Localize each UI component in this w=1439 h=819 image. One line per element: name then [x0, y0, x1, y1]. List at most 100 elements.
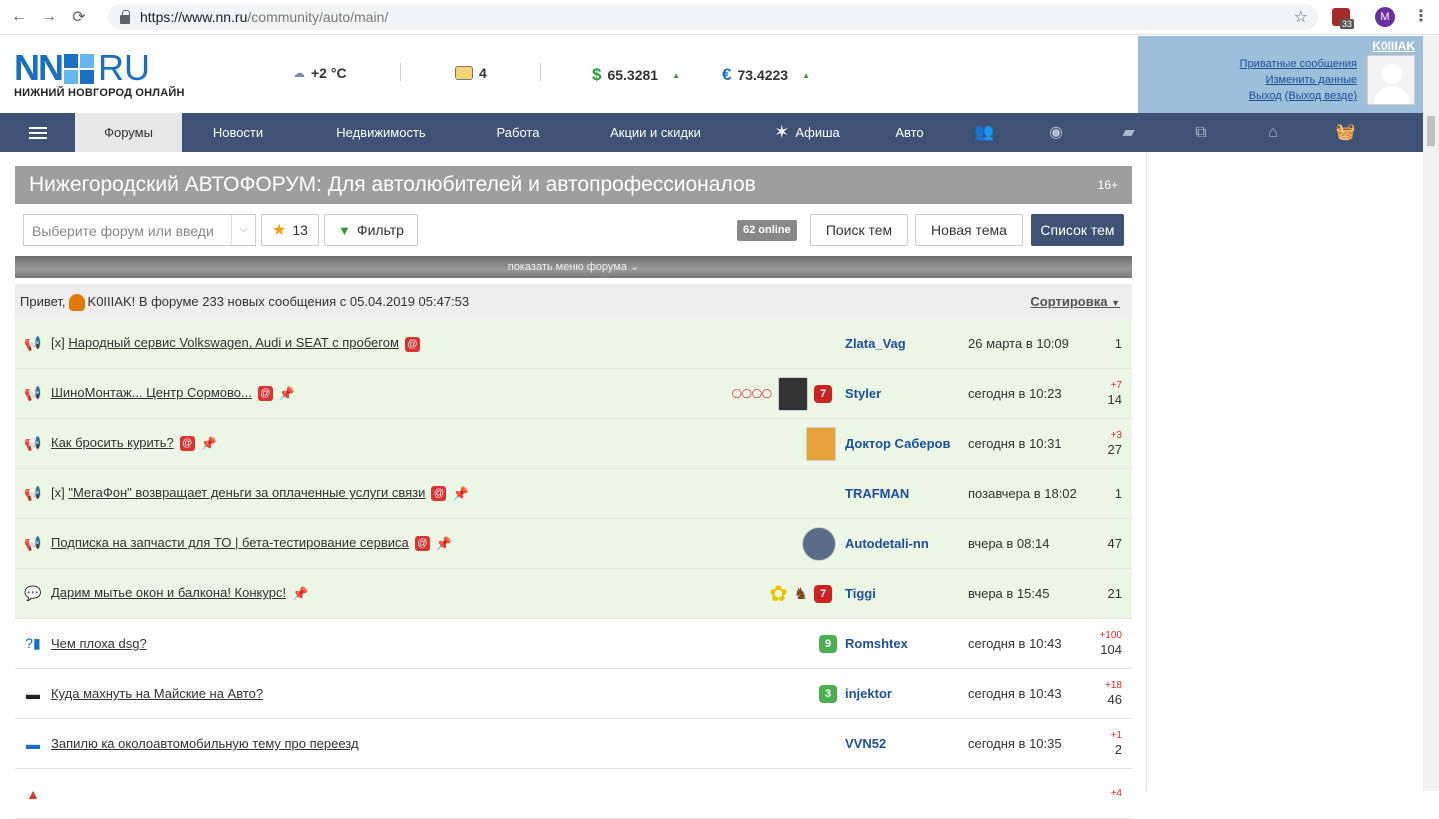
topic-link[interactable]: Как бросить курить?	[51, 435, 174, 450]
profile-avatar[interactable]: M	[1375, 7, 1395, 27]
reply-count: +4	[1110, 787, 1122, 799]
browser-toolbar: ← → ⟳ https://www.nn.ru/community/auto/m…	[0, 0, 1439, 35]
level-badge-icon: 7	[814, 384, 832, 403]
topic-author[interactable]: Autodetali-nn	[845, 536, 929, 551]
address-bar[interactable]: https://www.nn.ru/community/auto/main/ ☆	[108, 4, 1318, 30]
topic-list-button[interactable]: Список тем	[1031, 214, 1124, 246]
search-topics-button[interactable]: Поиск тем	[810, 214, 908, 246]
at-icon: @	[404, 336, 420, 352]
site-logo[interactable]: NN RU НИЖНИЙ НОВГОРОД ОНЛАЙН	[14, 50, 185, 100]
people-icon[interactable]: 👥	[948, 113, 1020, 152]
topic-link[interactable]: ШиноМонтаж... Центр Сормово...	[51, 385, 252, 400]
question-chart-icon: ?▮	[25, 635, 41, 651]
chevron-down-icon[interactable]: ⌵	[231, 215, 255, 245]
weather-widget[interactable]: ☁ +2 °C	[293, 65, 347, 81]
online-badge: 62 online	[737, 220, 797, 241]
table-row: 📢 Как бросить курить? @ 📌 Доктор Саберов с…	[15, 419, 1132, 469]
topic-link[interactable]: Чем плоха dsg?	[51, 636, 147, 651]
nav-news[interactable]: Новости	[182, 113, 294, 152]
hamburger-menu-icon[interactable]	[0, 113, 75, 152]
new-topic-button[interactable]: Новая тема	[915, 214, 1023, 246]
edit-profile-link[interactable]: Изменить данные	[1240, 72, 1357, 88]
reply-count: 47	[1107, 536, 1122, 551]
at-icon: @	[431, 486, 447, 502]
at-icon: @	[257, 386, 273, 402]
back-icon[interactable]: ←	[4, 8, 34, 26]
chat-icon[interactable]: ▰	[1092, 113, 1165, 152]
divider	[400, 63, 401, 81]
pin-icon: 📌	[278, 385, 296, 401]
table-row: 💬 Дарим мытье окон и балкона! Конкурс! 📌 …	[15, 569, 1132, 619]
page-scrollbar[interactable]	[1423, 36, 1439, 791]
show-forum-menu[interactable]: показать меню форума ⌄	[15, 256, 1132, 278]
topic-link[interactable]: "МегаФон" возвращает деньги за оплаченны…	[68, 485, 425, 500]
traffic-icon	[455, 66, 473, 80]
nav-realty[interactable]: Недвижимость	[294, 113, 468, 152]
bookmark-star-icon[interactable]: ☆	[1294, 7, 1308, 27]
table-row: 📢 [x] Народный сервис Volkswagen, Audi и…	[15, 319, 1132, 369]
topic-author[interactable]: Доктор Саберов	[845, 436, 950, 451]
divider	[1146, 152, 1147, 791]
topic-link[interactable]: Подписка на запчасти для ТО | бета-тести…	[51, 535, 409, 550]
usd-rate[interactable]: $ 65.3281 ▲	[592, 65, 680, 85]
basket-icon[interactable]: 🧺	[1309, 113, 1382, 152]
megaphone-icon: 📢	[24, 485, 42, 501]
nav-afisha[interactable]: ✶ Афиша	[743, 113, 871, 152]
topic-author[interactable]: Romshtex	[845, 636, 908, 651]
topic-author[interactable]: VVN52	[845, 736, 886, 751]
eye-icon[interactable]: ◉	[1020, 113, 1092, 152]
topic-author[interactable]: injektor	[845, 686, 892, 701]
topic-date: сегодня в 10:43	[968, 686, 1062, 701]
extension-badge: 33	[1340, 19, 1355, 29]
topic-date: сегодня в 10:35	[968, 736, 1062, 751]
reply-count: +100 104	[1099, 630, 1122, 657]
username-link[interactable]: K0IIIAK	[1372, 39, 1415, 53]
filter-button[interactable]: ▼ Фильтр	[324, 214, 418, 246]
topic-link[interactable]: Куда махнуть на Майские на Авто?	[51, 686, 263, 701]
table-row: ▲ +4	[15, 769, 1132, 819]
logout-everywhere-link[interactable]: (Выход везде)	[1285, 90, 1357, 102]
reload-icon[interactable]: ⟳	[64, 7, 94, 27]
reply-count: +1 2	[1110, 730, 1122, 757]
arrow-up-icon: ▲	[672, 70, 680, 80]
warning-icon: ▲	[26, 785, 40, 802]
forum-toolbar: Выберите форум или введи ⌵ ★ 13 ▼ Фильтр…	[15, 214, 1132, 247]
windows-icon[interactable]: ⧉	[1165, 113, 1237, 152]
dollar-icon: $	[592, 65, 602, 84]
road-icon: ▬	[26, 685, 40, 702]
topic-author[interactable]: Zlata_Vag	[845, 336, 906, 351]
user-badge-icon	[68, 294, 85, 312]
topic-author[interactable]: Styler	[845, 386, 881, 401]
nav-jobs[interactable]: Работа	[468, 113, 568, 152]
sort-dropdown[interactable]: Сортировка ▼	[1030, 284, 1120, 321]
browser-menu-icon[interactable]: ⋮	[1413, 6, 1429, 26]
pin-icon: 📌	[435, 535, 452, 551]
avatar[interactable]	[1367, 55, 1415, 105]
forum-select[interactable]: Выберите форум или введи ⌵	[23, 214, 256, 246]
house-icon[interactable]: ⌂	[1237, 113, 1309, 152]
favorites-button[interactable]: ★ 13	[261, 214, 319, 246]
reply-count: 21	[1107, 586, 1122, 601]
url-text: https://www.nn.ru/community/auto/main/	[140, 9, 389, 25]
topic-author[interactable]: TRAFMAN	[845, 486, 909, 501]
forward-icon[interactable]: →	[34, 8, 64, 26]
megaphone-icon: 📢	[24, 385, 42, 401]
logout-link[interactable]: Выход	[1249, 90, 1282, 102]
greeting-bar: Привет, K0IIIAK! В форуме 233 новых сообщ…	[15, 284, 1132, 319]
reply-count: 1	[1114, 486, 1122, 501]
forum-title: Нижегородский АВТОФОРУМ: Для автолюбител…	[29, 173, 756, 196]
topic-link[interactable]: Народный сервис Volkswagen, Audi и SEAT …	[68, 335, 399, 350]
nav-auto[interactable]: Авто	[871, 113, 948, 152]
topic-author[interactable]: Tiggi	[845, 586, 876, 601]
topic-link[interactable]: Запилю ка околоавтомобильную тему про пе…	[51, 736, 359, 751]
nav-forums[interactable]: Форумы	[75, 113, 182, 152]
reply-count: +3 27	[1107, 430, 1122, 457]
traffic-widget[interactable]: 4	[455, 65, 487, 81]
level-badge-icon: 9	[819, 634, 837, 653]
table-row: 📢 Подписка на запчасти для ТО | бета-тес…	[15, 519, 1132, 569]
nav-promotions[interactable]: Акции и скидки	[568, 113, 743, 152]
eur-rate[interactable]: € 73.4223 ▲	[722, 65, 810, 85]
megaphone-icon: 📢	[24, 435, 42, 451]
private-messages-link[interactable]: Приватные сообщения	[1240, 56, 1357, 72]
topic-link[interactable]: Дарим мытье окон и балкона! Конкурс!	[51, 585, 286, 600]
